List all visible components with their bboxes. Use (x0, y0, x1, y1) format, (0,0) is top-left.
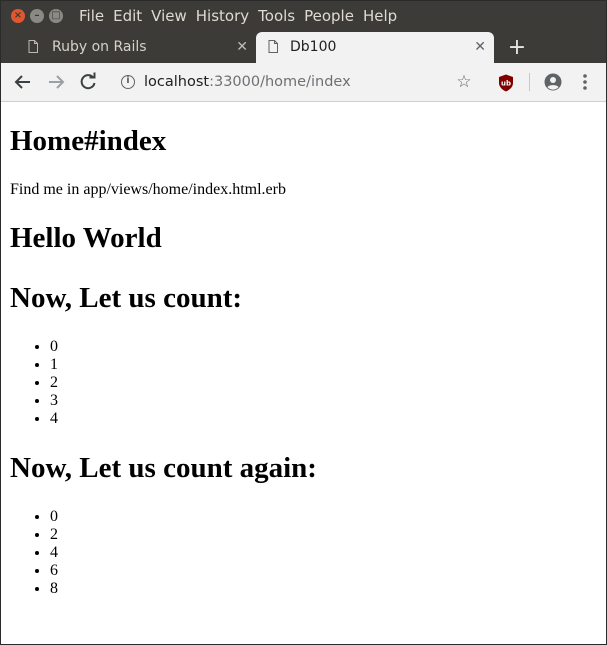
list-item: 0 (50, 508, 58, 526)
page-heading: Home#index (10, 125, 167, 157)
menu-help[interactable]: Help (363, 1, 397, 32)
url-path: :33000/home/index (209, 74, 351, 90)
document-icon (28, 40, 38, 53)
address-bar[interactable]: localhost:33000/home/index (109, 68, 483, 96)
ublock-origin-icon[interactable]: ub (498, 74, 514, 92)
list-item: 1 (50, 356, 58, 374)
browser-toolbar: localhost:33000/home/index ☆ ub (1, 63, 606, 102)
arrow-left-icon (14, 75, 30, 89)
back-button[interactable] (11, 70, 35, 94)
menu-view[interactable]: View (151, 1, 187, 32)
menu-edit[interactable]: Edit (113, 1, 142, 32)
new-tab-button[interactable]: + (506, 32, 528, 63)
tab-strip: Ruby on Rails ✕ Db100 ✕ + (1, 32, 606, 63)
template-note: Find me in app/views/home/index.html.erb (10, 181, 286, 198)
menu-bar: File Edit View History Tools People Help (79, 1, 406, 32)
count-again-list: 0 2 4 6 8 (10, 508, 58, 598)
list-item: 3 (50, 392, 58, 410)
forward-button[interactable] (44, 70, 68, 94)
list-item: 0 (50, 338, 58, 356)
tab-close-icon[interactable]: ✕ (474, 32, 486, 63)
list-item: 8 (50, 580, 58, 598)
bookmark-star-icon[interactable]: ☆ (455, 70, 473, 94)
close-icon: × (13, 10, 23, 21)
window-close-button[interactable]: × (11, 9, 25, 23)
menu-tools[interactable]: Tools (258, 1, 295, 32)
list-item: 6 (50, 562, 58, 580)
info-icon[interactable] (121, 75, 135, 89)
reload-icon (80, 72, 96, 90)
title-bar: × – □ File Edit View History Tools Peopl… (1, 1, 606, 32)
tab-db100[interactable]: Db100 ✕ (256, 32, 494, 63)
list-item: 4 (50, 544, 58, 562)
tab-title: Ruby on Rails (52, 39, 147, 55)
list-item: 2 (50, 374, 58, 392)
document-icon (268, 40, 278, 53)
tab-ruby-on-rails[interactable]: Ruby on Rails ✕ (7, 32, 255, 63)
toolbar-divider (529, 73, 530, 91)
reload-button[interactable] (76, 70, 100, 94)
plus-icon: + (507, 35, 527, 60)
tab-title: Db100 (290, 39, 337, 55)
hello-heading: Hello World (10, 222, 162, 254)
count-heading: Now, Let us count: (10, 282, 243, 314)
minimize-icon: – (34, 10, 40, 21)
browser-window: × – □ File Edit View History Tools Peopl… (0, 0, 607, 645)
menu-people[interactable]: People (304, 1, 354, 32)
tab-close-icon[interactable]: ✕ (236, 32, 248, 63)
window-minimize-button[interactable]: – (30, 9, 44, 23)
menu-file[interactable]: File (79, 1, 104, 32)
svg-text:ub: ub (501, 80, 511, 88)
page-content: Home#index Find me in app/views/home/ind… (1, 102, 606, 644)
url-host: localhost (144, 74, 210, 90)
maximize-icon: □ (51, 10, 61, 21)
list-item: 2 (50, 526, 58, 544)
account-icon[interactable] (544, 73, 562, 91)
url-text[interactable]: localhost:33000/home/index (144, 68, 351, 96)
count-again-heading: Now, Let us count again: (10, 452, 317, 484)
menu-history[interactable]: History (196, 1, 249, 32)
list-item: 4 (50, 410, 58, 428)
arrow-right-icon (49, 75, 65, 89)
window-maximize-button[interactable]: □ (49, 9, 63, 23)
more-menu-icon[interactable] (577, 70, 593, 94)
count-list: 0 1 2 3 4 (10, 338, 58, 428)
